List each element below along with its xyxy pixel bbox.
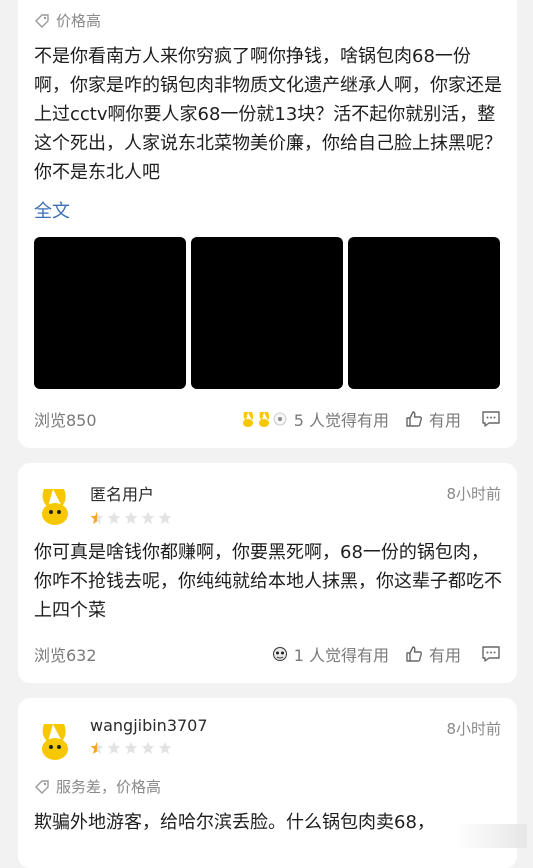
review-footer: 浏览850 5 人觉得有用 有用: [34, 407, 501, 431]
price-tag-icon: [34, 13, 50, 29]
review-text: 不是你看南方人来你穷疯了啊你挣钱，啥锅包肉68一份啊，你家是咋的锅包肉非物质文化…: [34, 46, 502, 183]
review-footer: 浏览632 1 人觉得有用 有用: [34, 642, 501, 666]
avatar-icon: [273, 412, 287, 426]
star-icon: [158, 741, 172, 754]
avatar-icon[interactable]: [34, 720, 76, 762]
review-tags: 服务差，价格高: [34, 776, 161, 797]
comment-button[interactable]: [481, 410, 501, 428]
review-photo[interactable]: [191, 237, 343, 389]
photo-strip: [34, 237, 500, 389]
review-text: 你可真是啥钱你都赚啊，你要黑死啊，68一份的锅包肉，你咋不抢钱去呢，你纯纯就给本…: [34, 542, 502, 621]
helpful-avatars: [240, 410, 288, 428]
review-text: 欺骗外地游客，给哈尔滨丢脸。什么锅包肉卖68，: [34, 812, 435, 833]
helpful-count: 5 人觉得有用: [293, 411, 389, 430]
comment-icon: [482, 646, 500, 662]
star-icon: [107, 741, 121, 754]
helpful-avatars: [272, 645, 288, 663]
star-icon: [107, 511, 121, 524]
review-header: 匿名用户 8小时前: [34, 479, 501, 527]
watermark: [453, 824, 527, 848]
star-rating: [90, 741, 446, 755]
star-icon: [141, 511, 155, 524]
thumbs-up-icon: [406, 646, 422, 662]
review-header: wangjibin3707 8小时前: [34, 714, 501, 762]
view-count: 浏览850: [34, 411, 97, 430]
helpful-count: 1 人觉得有用: [293, 646, 389, 665]
star-icon: [90, 511, 104, 524]
review-time: 8小时前: [446, 485, 501, 503]
star-icon: [158, 511, 172, 524]
read-more-link[interactable]: 全文: [34, 197, 70, 223]
useful-button[interactable]: 有用: [405, 642, 461, 666]
star-icon: [124, 511, 138, 524]
review-card[interactable]: wangjibin3707 8小时前 服务差，价格高 欺骗外地游客，给哈尔滨丢脸…: [18, 698, 517, 868]
comment-button[interactable]: [481, 645, 501, 663]
star-rating: [90, 511, 446, 525]
tag-text: 服务差，价格高: [56, 778, 162, 796]
comment-icon: [482, 411, 500, 427]
star-icon: [90, 741, 104, 754]
avatar-icon: [272, 647, 287, 661]
avatar-icon: [258, 412, 269, 427]
review-photo[interactable]: [348, 237, 500, 389]
tag-text: 价格高: [56, 12, 102, 30]
useful-label: 有用: [428, 411, 461, 430]
username[interactable]: 匿名用户: [90, 481, 446, 505]
avatar-icon: [242, 412, 253, 427]
review-tags: 价格高: [34, 10, 101, 31]
review-card[interactable]: 价格高 不是你看南方人来你穷疯了啊你挣钱，啥锅包肉68一份啊，你家是咋的锅包肉非…: [18, 0, 517, 448]
useful-button[interactable]: 有用: [405, 407, 461, 431]
review-photo[interactable]: [34, 237, 186, 389]
username[interactable]: wangjibin3707: [90, 716, 446, 735]
review-card[interactable]: 匿名用户 8小时前 你可真是啥钱你都赚啊，你要黑死啊，68一份的锅包肉，你咋不抢…: [18, 463, 517, 683]
view-count: 浏览632: [34, 646, 97, 665]
useful-label: 有用: [428, 646, 461, 665]
review-time: 8小时前: [446, 720, 501, 738]
star-icon: [124, 741, 138, 754]
thumbs-up-icon: [406, 411, 422, 427]
star-icon: [141, 741, 155, 754]
price-tag-icon: [34, 779, 50, 795]
avatar-icon[interactable]: [34, 485, 76, 527]
